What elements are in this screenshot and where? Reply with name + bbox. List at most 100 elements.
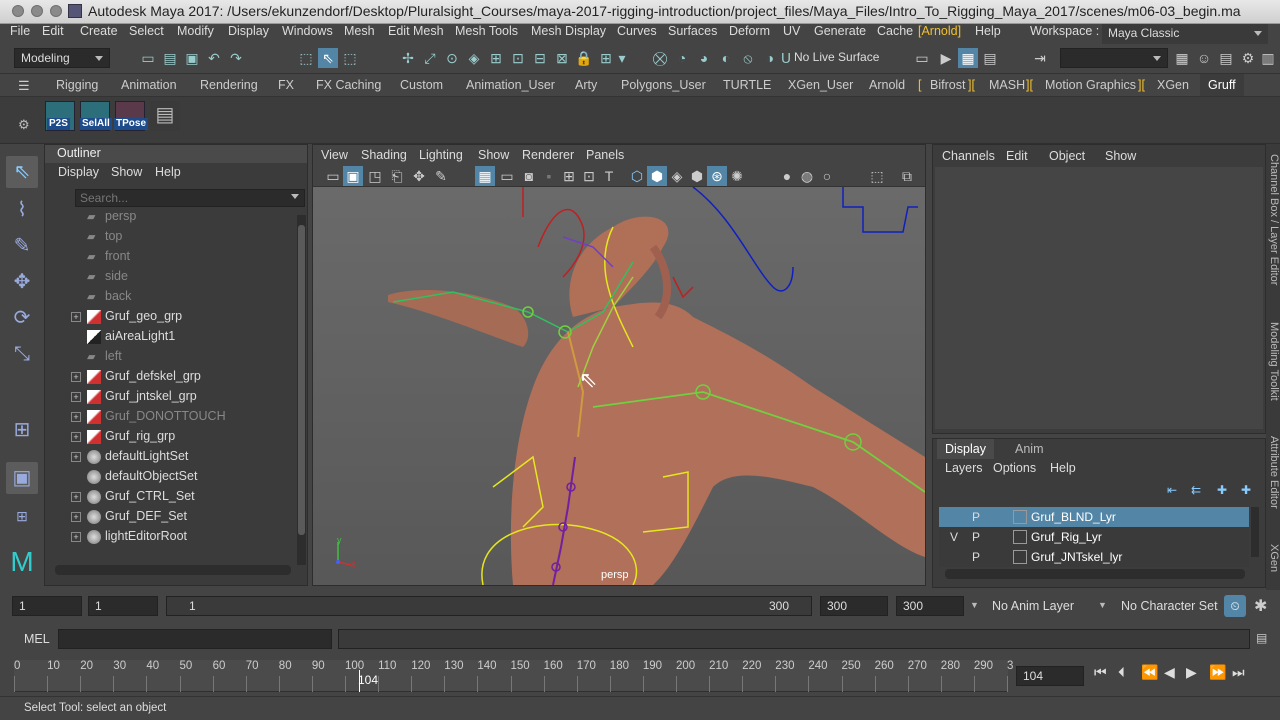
shelf-tab-fx[interactable]: FX [278,78,294,92]
channel-menu-edit[interactable]: Edit [1006,149,1028,163]
layer-name[interactable]: Gruf_BLND_Lyr [1031,510,1116,524]
smooth-shade-icon[interactable]: ⬢ [647,166,667,186]
script-editor-icon[interactable]: ▤ [1256,631,1267,645]
image-plane-icon[interactable]: ⎗ [387,166,407,186]
time-slider-track[interactable]: 0 10 20 30 40 50 60 70 80 90 100 110 120 130 140 150 160… [14,660,1013,692]
safe-title-icon[interactable]: T [599,166,619,186]
anim-layer-dropdown[interactable]: No Anim Layer [992,599,1074,613]
viewport-menu-lighting[interactable]: Lighting [419,148,463,162]
shelf-tab-xgen-user[interactable]: XGen_User [788,78,853,92]
modeling-toolkit-icon[interactable]: ▦ [1172,48,1192,68]
lasso-tool-icon[interactable]: ⌇ [6,194,38,226]
single-perspective-layout-icon[interactable]: ▣ [6,462,38,494]
outliner-item[interactable]: aiAreaLight1 [45,327,295,347]
side-tab-xgen[interactable]: XGen [1266,544,1280,572]
side-tab-modeling-toolkit[interactable]: Modeling Toolkit [1266,322,1280,401]
menu-create[interactable]: Create [80,24,118,38]
make-live-icon[interactable]: ⊡ [508,48,528,68]
start-time-field[interactable]: 1 [12,596,82,616]
outliner-item[interactable]: defaultObjectSet [45,467,295,487]
bookmark-icon[interactable]: ◳ [365,166,385,186]
ipr-render-icon[interactable]: ⛒ [650,48,670,68]
xray-icon[interactable]: ⊛ [707,166,727,186]
outliner-item[interactable]: + Gruf_jntskel_grp [45,387,295,407]
render-settings-icon[interactable]: ⦸ [738,48,758,68]
character-set-dropdown[interactable]: No Character Set [1121,599,1218,613]
safe-action-icon[interactable]: ⊡ [579,166,599,186]
select-camera-icon[interactable]: ▭ [323,166,343,186]
tool-settings-icon[interactable]: ⚙ [1238,48,1258,68]
grid-icon[interactable]: ▦ [475,166,495,186]
layer-tab-display[interactable]: Display [937,439,994,459]
outliner-item[interactable]: ▰ top [45,227,295,247]
viewport-menu-show[interactable]: Show [478,148,509,162]
step-back-key-icon[interactable]: ⏴ [1118,664,1125,681]
snap-grid-icon[interactable]: ✢ [398,48,418,68]
new-layer-icon[interactable]: ✚ [1217,483,1227,497]
shelf-tab-rendering[interactable]: Rendering [200,78,258,92]
live-surface-label[interactable]: No Live Surface [794,50,879,64]
new-layer-selected-icon[interactable]: ✚ [1241,483,1251,497]
scale-tool-icon[interactable]: ⤡ [6,338,38,370]
preferences-icon[interactable]: ✱ [1254,596,1267,616]
menu-modify[interactable]: Modify [177,24,214,38]
chevron-down-icon[interactable]: ▼ [1098,600,1107,610]
zoom-window-button[interactable] [50,5,62,17]
toggle-panel-icon[interactable]: ⧉ [897,166,917,186]
shelf-tab-gruff[interactable]: Gruff [1200,74,1244,96]
shelf-tab-bifrost[interactable]: Bifrost [930,78,965,92]
input-line-icon[interactable]: ⇥ [1030,48,1050,68]
magnet-icon[interactable]: ᑌ [776,48,796,68]
layer-vertical-scrollbar[interactable] [1251,507,1259,557]
layer-tab-anim[interactable]: Anim [1015,442,1043,456]
layer-horizontal-scrollbar[interactable] [945,569,1245,579]
outliner-scroll-thumb[interactable] [298,225,305,535]
shelf-tab-mash[interactable]: MASH [989,78,1025,92]
two-d-pan-zoom-icon[interactable]: ✥ [409,166,429,186]
redo-icon[interactable]: ↷ [226,48,246,68]
gate-mask-icon[interactable]: ▪ [539,166,559,186]
snap-point-icon[interactable]: ⊙ [442,48,462,68]
expand-icon[interactable]: + [71,452,81,462]
outliner-horizontal-scrollbar[interactable] [55,565,291,575]
layer-row[interactable]: P Gruf_BLND_Lyr [939,507,1249,527]
history-icon[interactable]: ⊟ [530,48,550,68]
expand-icon[interactable]: + [71,372,81,382]
attribute-editor-icon[interactable]: ▤ [1216,48,1236,68]
layer-menu-layers[interactable]: Layers [945,461,983,475]
menu-file[interactable]: File [10,24,30,38]
ambient-occlusion-icon[interactable]: ◍ [797,166,817,186]
viewport-menu-renderer[interactable]: Renderer [522,148,574,162]
wireframe-on-shaded-icon[interactable]: ◈ [667,166,687,186]
layer-name[interactable]: Gruf_JNTskel_lyr [1031,550,1122,564]
shelf-tab-rigging[interactable]: Rigging [56,78,98,92]
camera-icon[interactable]: ▭ [912,48,932,68]
current-frame-field[interactable]: 104 [1016,666,1084,686]
film-gate-icon[interactable]: ▭ [497,166,517,186]
viewport-scene[interactable]: y x persp ⇖ [313,186,925,585]
viewport-menu-view[interactable]: View [321,148,348,162]
wireframe-icon[interactable]: ⬡ [627,166,647,186]
go-to-start-icon[interactable]: ⏮ [1094,664,1107,681]
menu-curves[interactable]: Curves [617,24,657,38]
outliner-menu-display[interactable]: Display [58,165,99,179]
outliner-item[interactable]: + Gruf_DONOTTOUCH [45,407,295,427]
expand-icon[interactable]: + [71,512,81,522]
script-shelf-icon[interactable]: ▤ [150,101,180,131]
select-hierarchy-icon[interactable]: ⬚ [296,48,316,68]
layer-playback-toggle[interactable]: P [969,550,983,564]
shelf-menu-icon[interactable]: ☰ [18,78,30,94]
side-tab-channel-box[interactable]: Channel Box / Layer Editor [1266,154,1280,285]
viewport-menu-shading[interactable]: Shading [361,148,407,162]
layer-name[interactable]: Gruf_Rig_Lyr [1031,530,1102,544]
layer-row[interactable]: V P Gruf_Rig_Lyr [939,527,1249,547]
channel-menu-channels[interactable]: Channels [942,149,995,163]
playback-end-field[interactable]: 300 [820,596,888,616]
outliner-item[interactable]: + Gruf_CTRL_Set [45,487,295,507]
layer-color-swatch[interactable] [1013,510,1027,524]
move-layer-down-icon[interactable]: ⇇ [1191,483,1201,497]
layer-row[interactable]: P Gruf_JNTskel_lyr [939,547,1249,567]
outliner-item[interactable]: + Gruf_defskel_grp [45,367,295,387]
chevron-down-icon[interactable]: ▼ [970,600,979,610]
layer-visibility-toggle[interactable]: V [947,530,961,544]
